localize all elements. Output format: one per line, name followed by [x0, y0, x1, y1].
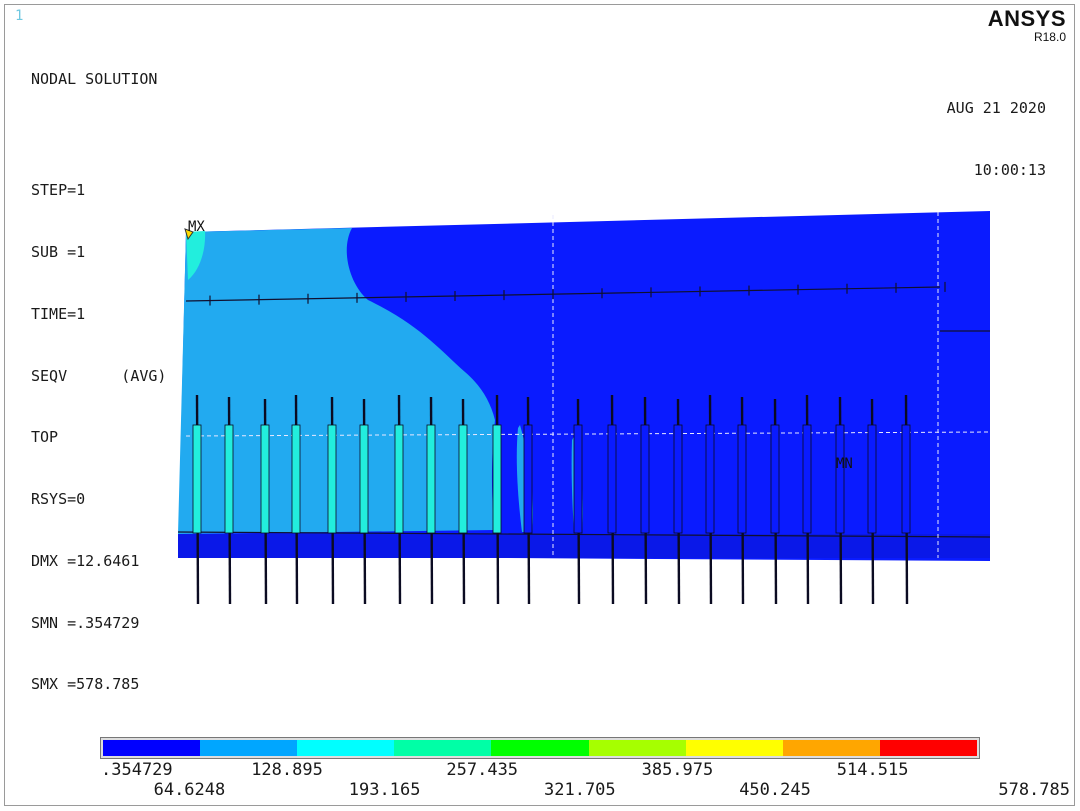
anchor-bar [802, 394, 812, 605]
anchor-bar [770, 398, 780, 605]
legend-value-8: 514.515 [836, 760, 909, 780]
anchor-bar [867, 398, 877, 605]
legend-value-5: 321.705 [544, 780, 616, 800]
legend-swatch-5 [588, 740, 686, 756]
anchor-bar [327, 396, 337, 605]
anchor-bar [901, 394, 911, 605]
legend-value-1: 64.6248 [153, 780, 226, 800]
anchor-bar [673, 398, 683, 605]
legend-value-7: 450.245 [739, 780, 811, 800]
anchor-bar [426, 396, 436, 605]
anchor-bar [260, 398, 270, 605]
anchor-bar [737, 396, 747, 605]
legend-swatch-4 [491, 740, 589, 756]
anchor-bar [458, 398, 468, 605]
anchor-bar [705, 394, 715, 605]
anchor-bar [192, 394, 202, 605]
anchor-bar [224, 396, 234, 605]
anchor-bar [573, 398, 583, 605]
legend-value-2: 128.895 [251, 760, 323, 780]
legend-swatch-6 [685, 740, 783, 756]
anchor-bar [640, 396, 650, 605]
contour-model[interactable]: MX MN [0, 0, 1080, 811]
legend-color-bar [100, 737, 980, 759]
anchor-bar [394, 394, 404, 605]
legend-value-9: 578.785 [998, 780, 1070, 800]
bottom-band [178, 534, 990, 558]
anchor-bar [835, 396, 845, 605]
legend-swatch-2 [297, 740, 395, 756]
legend-swatch-1 [200, 740, 298, 756]
legend-value-3: 193.165 [348, 780, 421, 800]
legend-value-4: 257.435 [446, 760, 519, 780]
legend-value-6: 385.975 [641, 760, 714, 780]
legend-swatch-7 [782, 740, 880, 756]
legend-swatch-8 [879, 740, 977, 756]
min-label: MN [836, 456, 853, 472]
legend-swatch-3 [394, 740, 492, 756]
legend-value-0: .354729 [101, 760, 173, 780]
anchor-bar [523, 396, 533, 605]
max-label: MX [188, 219, 205, 235]
legend-swatch-0 [103, 740, 201, 756]
anchor-bar [359, 398, 369, 605]
anchor-bar [607, 394, 617, 605]
anchor-bar [291, 394, 301, 605]
anchor-bar [492, 394, 502, 605]
